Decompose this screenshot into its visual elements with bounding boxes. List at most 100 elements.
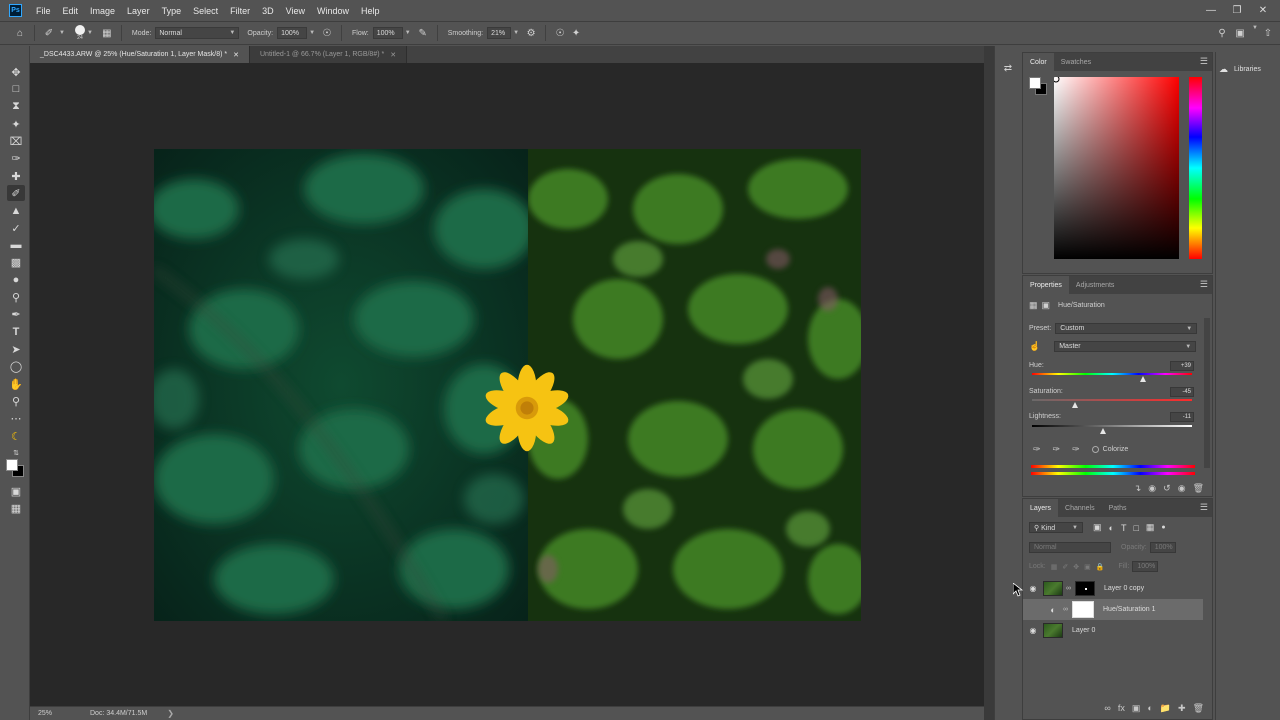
eye-icon[interactable]: ◉ bbox=[1023, 584, 1043, 593]
link-icon[interactable]: ∞ bbox=[1063, 606, 1070, 613]
panel-menu-icon[interactable]: ☰ bbox=[1200, 56, 1208, 67]
lock-position-icon[interactable]: ✥ bbox=[1073, 563, 1079, 571]
menu-help[interactable]: Help bbox=[355, 6, 386, 16]
close-icon[interactable]: ✕ bbox=[1250, 0, 1276, 20]
layer-kind-filter[interactable]: ⚲ Kind ▼ bbox=[1029, 522, 1083, 533]
brush-settings-icon[interactable]: ▦ bbox=[99, 25, 115, 41]
tab-layers[interactable]: Layers bbox=[1023, 499, 1059, 517]
lightness-slider-thumb[interactable] bbox=[1100, 428, 1106, 434]
add-mask-icon[interactable]: ▣ bbox=[1132, 703, 1141, 714]
tab-channels[interactable]: Channels bbox=[1058, 499, 1102, 517]
brush-tool-icon[interactable]: ✐ bbox=[7, 185, 25, 201]
share-icon[interactable]: ⇧ bbox=[1260, 25, 1276, 41]
gear-icon[interactable]: ⚙ bbox=[523, 25, 539, 41]
lock-artboard-icon[interactable]: ▣ bbox=[1084, 563, 1091, 571]
channel-select[interactable]: Master ▼ bbox=[1054, 341, 1197, 352]
filter-pixel-icon[interactable]: ▣ bbox=[1093, 522, 1102, 533]
link-layers-icon[interactable]: ∞ bbox=[1104, 703, 1110, 714]
move-tool-icon[interactable]: ✥ bbox=[7, 64, 25, 80]
saturation-slider-track[interactable] bbox=[1032, 399, 1192, 401]
color-picker-field[interactable] bbox=[1054, 77, 1179, 259]
document-image[interactable] bbox=[154, 149, 861, 621]
chevron-down-icon[interactable]: ▼ bbox=[59, 30, 65, 36]
color-swatches[interactable] bbox=[6, 459, 26, 479]
menu-layer[interactable]: Layer bbox=[121, 6, 156, 16]
hue-value-field[interactable]: +39 bbox=[1170, 361, 1194, 371]
pen-tool-icon[interactable]: ✒ bbox=[7, 306, 25, 322]
pressure-size-icon[interactable]: ☉ bbox=[552, 25, 568, 41]
menu-view[interactable]: View bbox=[280, 6, 311, 16]
flow-field[interactable]: 100% bbox=[372, 27, 403, 39]
quick-mask-icon[interactable]: ▣ bbox=[7, 483, 25, 499]
new-group-icon[interactable]: 📁 bbox=[1160, 703, 1171, 714]
close-icon[interactable]: ✕ bbox=[233, 51, 239, 59]
layer-row-hue-saturation-1[interactable]: ◉ ◐ ∞ Hue/Saturation 1 bbox=[1023, 599, 1203, 620]
hue-slider-track[interactable] bbox=[1032, 373, 1192, 375]
panel-menu-icon[interactable]: ☰ bbox=[1200, 502, 1208, 513]
tab-swatches[interactable]: Swatches bbox=[1054, 53, 1098, 71]
menu-type[interactable]: Type bbox=[156, 6, 188, 16]
eyedropper-add-icon[interactable]: ✑ bbox=[1053, 444, 1061, 455]
foreground-color-swatch[interactable] bbox=[6, 459, 18, 471]
type-tool-icon[interactable]: T bbox=[7, 324, 25, 340]
adjustment-icon[interactable]: ▦ bbox=[1029, 300, 1038, 311]
blur-tool-icon[interactable]: ● bbox=[7, 272, 25, 288]
lock-all-icon[interactable]: 🔒 bbox=[1096, 563, 1105, 571]
link-icon[interactable]: ∞ bbox=[1066, 585, 1073, 592]
filter-type-icon[interactable]: T bbox=[1121, 523, 1127, 533]
lightness-value-field[interactable]: -11 bbox=[1170, 412, 1194, 422]
blend-mode-select[interactable]: Normal bbox=[1029, 542, 1111, 553]
tab-color[interactable]: Color bbox=[1023, 53, 1054, 71]
chevron-down-icon[interactable]: ▼ bbox=[405, 30, 411, 36]
edit-toolbar-icon[interactable]: ⋯ bbox=[7, 410, 25, 426]
clone-stamp-tool-icon[interactable]: ▲ bbox=[7, 203, 25, 219]
gradient-tool-icon[interactable]: ▩ bbox=[7, 254, 25, 270]
eyedropper-subtract-icon[interactable]: ✑ bbox=[1072, 444, 1080, 455]
targeted-adjust-hand-icon[interactable]: ☝ bbox=[1029, 341, 1040, 352]
menu-window[interactable]: Window bbox=[311, 6, 355, 16]
chevron-right-icon[interactable]: ❯ bbox=[167, 709, 174, 718]
new-adjustment-icon[interactable]: ◐ bbox=[1147, 703, 1152, 714]
menu-3d[interactable]: 3D bbox=[256, 6, 280, 16]
visibility-icon[interactable]: ◉ bbox=[1178, 483, 1186, 494]
eyedropper-tool-icon[interactable]: ✑ bbox=[7, 150, 25, 166]
lightness-slider-track[interactable] bbox=[1032, 425, 1192, 427]
opacity-field[interactable]: 100% bbox=[277, 27, 308, 39]
menu-file[interactable]: File bbox=[30, 6, 57, 16]
eyedropper-icon[interactable]: ✑ bbox=[1033, 444, 1041, 455]
chevron-down-icon[interactable]: ▼ bbox=[309, 30, 315, 36]
filter-adjustment-icon[interactable]: ◐ bbox=[1109, 523, 1114, 533]
pressure-opacity-icon[interactable]: ☉ bbox=[319, 25, 335, 41]
preset-select[interactable]: Custom ▼ bbox=[1055, 323, 1198, 334]
healing-brush-tool-icon[interactable]: ✚ bbox=[7, 168, 25, 184]
workspace-icon[interactable]: ▣ bbox=[1232, 25, 1248, 41]
mask-icon[interactable]: ▣ bbox=[1042, 300, 1051, 311]
tab-untitled-1[interactable]: Untitled-1 @ 66.7% (Layer 1, RGB/8#) * ✕ bbox=[250, 46, 408, 63]
foreground-background-swatches[interactable] bbox=[1029, 77, 1049, 97]
eye-icon[interactable]: ◉ bbox=[1023, 626, 1043, 635]
home-icon[interactable]: ⌂ bbox=[12, 25, 28, 41]
fill-field[interactable]: 100% bbox=[1132, 561, 1159, 572]
brush-preset-picker[interactable]: 24 bbox=[74, 25, 85, 41]
saturation-value-field[interactable]: -45 bbox=[1170, 387, 1194, 397]
screen-mode-icon[interactable]: ▦ bbox=[7, 500, 25, 516]
lock-transparent-icon[interactable]: ▦ bbox=[1051, 563, 1058, 571]
zoom-tool-icon[interactable]: ⚲ bbox=[7, 393, 25, 409]
lasso-tool-icon[interactable]: ⧗ bbox=[7, 98, 25, 114]
filter-toggle-icon[interactable]: ● bbox=[1161, 524, 1165, 531]
view-previous-icon[interactable]: ◉ bbox=[1148, 483, 1156, 494]
dodge-tool-icon[interactable]: ⚲ bbox=[7, 289, 25, 305]
canvas-area[interactable] bbox=[30, 63, 984, 706]
quick-select-tool-icon[interactable]: ✦ bbox=[7, 116, 25, 132]
tab-paths[interactable]: Paths bbox=[1102, 499, 1134, 517]
restore-icon[interactable]: ❐ bbox=[1224, 0, 1250, 20]
layer-opacity-field[interactable]: 100% bbox=[1149, 542, 1176, 553]
reset-icon[interactable]: ↺ bbox=[1163, 483, 1171, 494]
layer-row-layer-0[interactable]: ◉ Layer 0 bbox=[1023, 620, 1203, 641]
smoothing-field[interactable]: 21% bbox=[487, 27, 512, 39]
filter-smart-object-icon[interactable]: ▦ bbox=[1146, 522, 1155, 533]
brush-tool-icon[interactable]: ✐ bbox=[41, 25, 57, 41]
chevron-down-icon[interactable]: ▼ bbox=[1252, 25, 1258, 41]
menu-edit[interactable]: Edit bbox=[57, 6, 85, 16]
marquee-tool-icon[interactable]: □ bbox=[7, 81, 25, 97]
